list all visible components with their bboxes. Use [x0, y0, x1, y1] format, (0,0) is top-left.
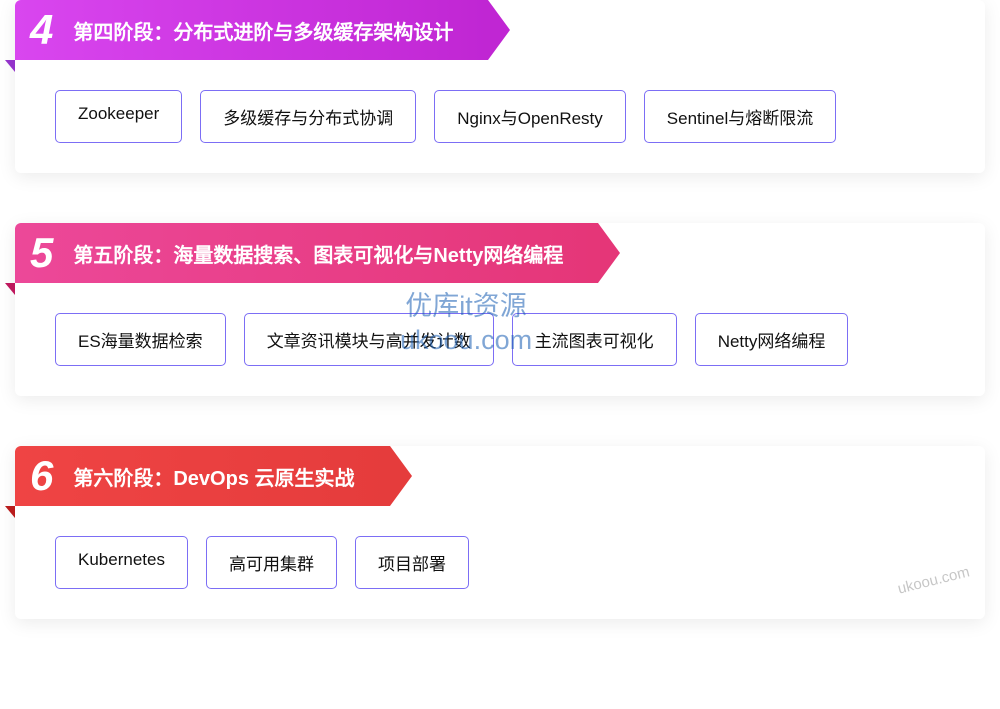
stage-title: 第五阶段：海量数据搜索、图表可视化与Netty网络编程: [73, 239, 563, 268]
tag-item[interactable]: Nginx与OpenResty: [434, 90, 626, 143]
stage-card-4: 4 第四阶段：分布式进阶与多级缓存架构设计 Zookeeper 多级缓存与分布式协调 N…: [15, 0, 985, 173]
ribbon-corner: [5, 283, 15, 295]
stage-card-5: 5 第五阶段：海量数据搜索、图表可视化与Netty网络编程 ES海量数据检索文章资讯…: [15, 223, 985, 396]
ribbon-corner: [5, 60, 15, 72]
stage-header: 4 第四阶段：分布式进阶与多级缓存架构设计: [15, 0, 488, 60]
stage-header: 6 第六阶段：DevOps 云原生实战: [15, 446, 390, 506]
tag-item[interactable]: Zookeeper: [55, 90, 182, 143]
stage-title: 第六阶段：DevOps 云原生实战: [73, 462, 354, 491]
stage-header: 5 第五阶段：海量数据搜索、图表可视化与Netty网络编程: [15, 223, 598, 283]
tag-item[interactable]: Sentinel与熔断限流: [644, 90, 836, 143]
tag-item[interactable]: 高可用集群: [206, 536, 337, 589]
stage-card-6: 6 第六阶段：DevOps 云原生实战 Kubernetes 高可用集群项目部署: [15, 446, 985, 619]
tag-item[interactable]: Kubernetes: [55, 536, 188, 589]
stage-number: 4: [30, 9, 53, 51]
tags-row: ES海量数据检索文章资讯模块与高并发计数主流图表可视化 Netty网络编程: [15, 283, 985, 366]
stage-title: 第四阶段：分布式进阶与多级缓存架构设计: [73, 16, 453, 45]
tag-item[interactable]: 多级缓存与分布式协调: [200, 90, 416, 143]
tag-item[interactable]: ES海量数据检索: [55, 313, 226, 366]
tag-item[interactable]: 文章资讯模块与高并发计数: [244, 313, 494, 366]
tags-row: Kubernetes 高可用集群项目部署: [15, 506, 985, 589]
ribbon-corner: [5, 506, 15, 518]
tag-item[interactable]: 项目部署: [355, 536, 469, 589]
tag-item[interactable]: Netty网络编程: [695, 313, 849, 366]
tags-row: Zookeeper 多级缓存与分布式协调 Nginx与OpenResty Sentin…: [15, 60, 985, 143]
stage-number: 6: [30, 455, 53, 497]
stage-number: 5: [30, 232, 53, 274]
tag-item[interactable]: 主流图表可视化: [512, 313, 677, 366]
